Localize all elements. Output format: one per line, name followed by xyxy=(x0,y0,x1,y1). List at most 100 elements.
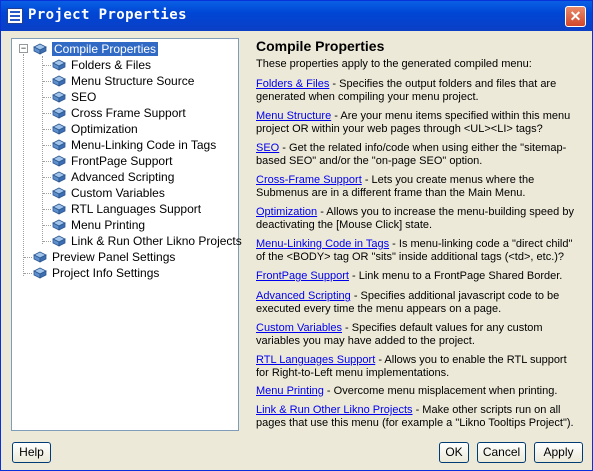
topic-link[interactable]: Folders & Files xyxy=(256,78,329,90)
topic-link[interactable]: Link & Run Other Likno Projects xyxy=(256,404,413,416)
properties-tree[interactable]: − Compile Properties Folders & Files Menu… xyxy=(11,38,242,431)
tree-connector xyxy=(24,257,32,258)
tree-item-section[interactable]: Project Info Settings xyxy=(33,265,159,281)
topic-link[interactable]: Optimization xyxy=(256,206,317,218)
topic-link[interactable]: Cross-Frame Support xyxy=(256,174,362,186)
tree-item-child[interactable]: Folders & Files xyxy=(52,57,151,73)
topic-link[interactable]: RTL Languages Support xyxy=(256,354,375,366)
project-properties-window: Project Properties ✕ − Compile Propertie… xyxy=(0,0,593,471)
tree-connector xyxy=(43,209,51,210)
description-item: FrontPage Support - Link menu to a Front… xyxy=(256,270,578,283)
cube-icon xyxy=(52,139,66,151)
close-icon: ✕ xyxy=(569,8,582,24)
tree-item-label: Folders & Files xyxy=(71,58,152,72)
tree-item-label: RTL Languages Support xyxy=(71,202,202,216)
collapse-toggle[interactable]: − xyxy=(19,44,28,53)
tree-connector xyxy=(43,65,51,66)
cube-icon xyxy=(52,155,66,167)
tree-item-compile-properties[interactable]: Compile Properties xyxy=(33,41,159,57)
close-button[interactable]: ✕ xyxy=(565,6,586,27)
topic-description: - Link menu to a FrontPage Shared Border… xyxy=(348,270,563,282)
cube-icon xyxy=(52,91,66,103)
topic-link[interactable]: Menu Structure xyxy=(256,110,331,122)
tree-connector xyxy=(43,81,51,82)
description-item: Cross-Frame Support - Lets you create me… xyxy=(256,174,578,200)
cube-icon xyxy=(52,107,66,119)
tree-connector xyxy=(43,161,51,162)
tree-item-child[interactable]: SEO xyxy=(52,89,96,105)
page-title: Compile Properties xyxy=(256,38,385,54)
tree-connector xyxy=(23,54,24,276)
description-item: Folders & Files - Specifies the output f… xyxy=(256,78,578,104)
tree-connector xyxy=(42,56,43,244)
tree-connector xyxy=(24,273,32,274)
tree-connector xyxy=(43,129,51,130)
tree-item-label: Compile Properties xyxy=(52,42,159,56)
tree-connector xyxy=(43,145,51,146)
tree-item-label: Custom Variables xyxy=(71,186,165,200)
cube-icon xyxy=(33,267,47,279)
description-pane: Compile Properties These properties appl… xyxy=(244,38,584,431)
tree-item-section[interactable]: Preview Panel Settings xyxy=(33,249,175,265)
tree-item-label: Menu Printing xyxy=(71,218,146,232)
description-item: Link & Run Other Likno Projects - Make o… xyxy=(256,404,578,430)
tree-item-label: Optimization xyxy=(71,122,138,136)
tree-item-child[interactable]: Cross Frame Support xyxy=(52,105,186,121)
tree-item-label: Preview Panel Settings xyxy=(52,250,176,264)
description-item: Custom Variables - Specifies default val… xyxy=(256,322,578,348)
title-bar[interactable]: Project Properties ✕ xyxy=(1,1,592,31)
description-item: Advanced Scripting - Specifies additiona… xyxy=(256,290,578,316)
cube-icon xyxy=(52,59,66,71)
cube-icon xyxy=(33,251,47,263)
tree-item-label: Project Info Settings xyxy=(52,266,160,280)
tree-connector xyxy=(43,225,51,226)
tree-item-label: SEO xyxy=(71,90,97,104)
cancel-button[interactable]: Cancel xyxy=(477,442,526,463)
description-item: Menu Printing - Overcome menu misplaceme… xyxy=(256,385,578,398)
apply-button[interactable]: Apply xyxy=(534,442,583,463)
topic-link[interactable]: SEO xyxy=(256,142,279,154)
tree-item-label: Menu-Linking Code in Tags xyxy=(71,138,217,152)
description-item: Menu Structure - Are your menu items spe… xyxy=(256,110,578,136)
description-item: SEO - Get the related info/code when usi… xyxy=(256,142,578,168)
ok-button[interactable]: OK xyxy=(439,442,469,463)
topic-link[interactable]: Menu Printing xyxy=(256,385,324,397)
tree-item-child[interactable]: Menu-Linking Code in Tags xyxy=(52,137,216,153)
tree-item-label: FrontPage Support xyxy=(71,154,173,168)
tree-item-child[interactable]: Menu Printing xyxy=(52,217,145,233)
tree-item-child[interactable]: Menu Structure Source xyxy=(52,73,194,89)
tree-item-label: Menu Structure Source xyxy=(71,74,195,88)
tree-connector xyxy=(43,97,51,98)
tree-connector xyxy=(43,113,51,114)
tree-connector xyxy=(43,177,51,178)
tree-item-label: Cross Frame Support xyxy=(71,106,186,120)
description-item: Optimization - Allows you to increase th… xyxy=(256,206,578,232)
topic-link[interactable]: FrontPage Support xyxy=(256,270,349,282)
app-icon xyxy=(7,8,23,24)
topic-link[interactable]: Custom Variables xyxy=(256,322,342,334)
tree-item-child[interactable]: Optimization xyxy=(52,121,138,137)
help-button[interactable]: Help xyxy=(12,442,51,463)
tree-item-child[interactable]: Link & Run Other Likno Projects xyxy=(52,233,242,249)
topic-description: - Get the related info/code when using e… xyxy=(256,142,567,167)
tree-connector xyxy=(43,193,51,194)
topic-link[interactable]: Advanced Scripting xyxy=(256,290,351,302)
cube-icon xyxy=(52,171,66,183)
tree-item-child[interactable]: Custom Variables xyxy=(52,185,165,201)
tree-item-child[interactable]: FrontPage Support xyxy=(52,153,172,169)
topic-link[interactable]: Menu-Linking Code in Tags xyxy=(256,238,389,250)
description-item: Menu-Linking Code in Tags - Is menu-link… xyxy=(256,238,578,264)
tree-item-label: Link & Run Other Likno Projects xyxy=(71,234,242,248)
tree-connector xyxy=(43,241,51,242)
tree-item-child[interactable]: Advanced Scripting xyxy=(52,169,174,185)
cube-icon xyxy=(33,43,47,55)
cube-icon xyxy=(52,235,66,247)
tree-item-label: Advanced Scripting xyxy=(71,170,175,184)
cube-icon xyxy=(52,219,66,231)
tree-item-child[interactable]: RTL Languages Support xyxy=(52,201,201,217)
cube-icon xyxy=(52,187,66,199)
intro-text: These properties apply to the generated … xyxy=(256,58,532,70)
cube-icon xyxy=(52,123,66,135)
cube-icon xyxy=(52,203,66,215)
cube-icon xyxy=(52,75,66,87)
